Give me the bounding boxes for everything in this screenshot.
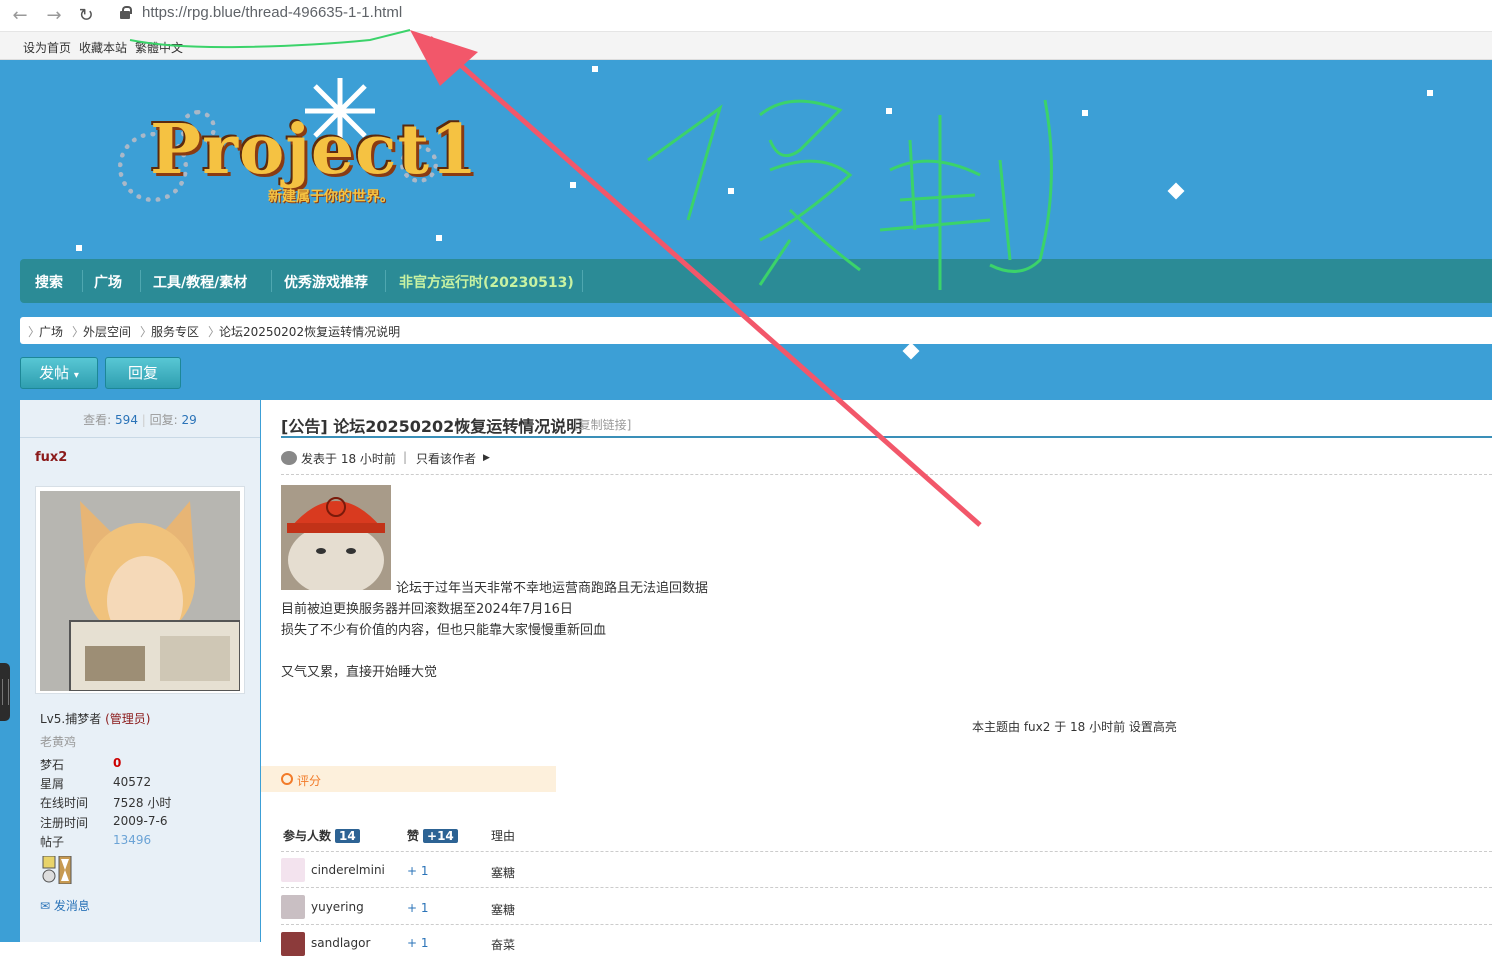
new-post-button[interactable]: 发帖 ▾	[20, 357, 98, 389]
nav-search[interactable]: 搜索	[35, 272, 63, 292]
posts-count-link[interactable]: 13496	[113, 833, 151, 847]
arrow-right-icon[interactable]: →	[42, 4, 66, 28]
side-drag-handle[interactable]	[0, 663, 10, 721]
site-topbar: 设为首页 收藏本站 繁體中文	[0, 32, 1492, 60]
field-label: 在线时间	[40, 796, 89, 810]
field-value: 2009-7-6	[113, 814, 168, 828]
envelope-icon: ✉	[40, 899, 51, 913]
field-label: 帖子	[40, 835, 65, 849]
author-name[interactable]: fux2	[35, 450, 67, 465]
breadcrumb: 〉 广场 〉 外层空间 〉 服务专区 〉 论坛20250202恢复运转情况说明	[20, 317, 1492, 344]
rater-name[interactable]: sandlagor	[311, 936, 370, 950]
triangle-right-icon: ▶	[483, 453, 490, 463]
field-label: 梦石	[40, 758, 65, 772]
rater-score: + 1	[407, 936, 429, 950]
nav-games[interactable]: 优秀游戏推荐	[284, 272, 368, 292]
author-sidebar: 查看: 594 | 回复: 29 fux2 Lv5.捕梦者 (管理员) 老黄鸡 …	[20, 400, 260, 942]
post-line: 目前被迫更换服务器并回滚数据至2024年7月16日	[281, 602, 573, 617]
field-value: 0	[113, 756, 122, 770]
breadcrumb-service[interactable]: 服务专区	[151, 323, 199, 340]
field-label: 注册时间	[40, 816, 89, 830]
nav-plaza[interactable]: 广场	[94, 272, 122, 292]
arrow-left-icon[interactable]: ←	[8, 4, 32, 28]
main-nav: 搜索 广场 工具/教程/素材 优秀游戏推荐 非官方运行时(20230513)	[20, 259, 1492, 303]
avatar[interactable]	[35, 486, 245, 694]
cat-helmet-image	[281, 485, 391, 590]
post-title: [公告] 论坛20250202恢复运转情况说明	[281, 417, 583, 436]
hourglass-icon[interactable]	[58, 856, 72, 884]
user-avatar[interactable]	[281, 895, 305, 919]
logo-subtitle: 新建属于你的世界。	[268, 189, 394, 205]
rater-reason: 塞糖	[491, 866, 516, 880]
breadcrumb-thread[interactable]: 论坛20250202恢复运转情况说明	[219, 323, 400, 340]
post-time: 发表于 18 小时前	[301, 452, 396, 466]
lock-icon	[120, 6, 132, 20]
reason-header: 理由	[491, 829, 516, 843]
nav-tools[interactable]: 工具/教程/素材	[153, 272, 247, 292]
only-author-link[interactable]: 只看该作者	[416, 450, 476, 467]
url-text[interactable]: https://rpg.blue/thread-496635-1-1.html	[142, 4, 402, 21]
logo-text: Project1	[150, 110, 479, 190]
post-area: [公告] 论坛20250202恢复运转情况说明 [复制链接] 发表于 18 小时…	[261, 400, 1492, 956]
field-value: 7528 小时	[113, 796, 172, 810]
reload-icon[interactable]: ↻	[74, 4, 98, 28]
rater-score: + 1	[407, 864, 429, 878]
reply-button[interactable]: 回复	[105, 357, 181, 389]
rater-reason: 奋菜	[491, 938, 516, 952]
author-level: Lv5.捕梦者 (管理员)	[40, 712, 151, 726]
field-value: 40572	[113, 775, 152, 789]
post-line: 又气又累，直接开始睡大觉	[281, 665, 438, 680]
likes-header: 赞 +14	[407, 827, 458, 844]
breadcrumb-plaza[interactable]: 广场	[39, 323, 63, 340]
rater-name[interactable]: cinderelmini	[311, 863, 385, 877]
user-avatar[interactable]	[281, 932, 305, 956]
rater-reason: 塞糖	[491, 903, 516, 917]
participants-header: 参与人数 14	[283, 827, 360, 844]
chevron-down-icon: ▾	[73, 370, 79, 381]
set-homepage-link[interactable]: 设为首页	[23, 39, 71, 56]
bookmark-link[interactable]: 收藏本站	[79, 39, 127, 56]
send-message-link[interactable]: ✉ 发消息	[40, 897, 90, 914]
post-image[interactable]	[281, 485, 391, 590]
browser-toolbar: ← → ↻ https://rpg.blue/thread-496635-1-1…	[0, 0, 1492, 32]
author-online-icon	[281, 451, 297, 465]
user-avatar[interactable]	[281, 858, 305, 882]
copy-link[interactable]: [复制链接]	[574, 416, 631, 433]
rater-name[interactable]: yuyering	[311, 900, 364, 914]
highlight-note: 本主题由 fux2 于 18 小时前 设置高亮	[972, 720, 1177, 734]
author-title: 老黄鸡	[40, 735, 77, 749]
thread-stats: 查看: 594 | 回复: 29	[20, 400, 260, 438]
rater-score: + 1	[407, 901, 429, 915]
medal-icon[interactable]	[42, 856, 56, 884]
post-line: 论坛于过年当天非常不幸地运营商跑路且无法追回数据	[396, 581, 709, 596]
traditional-chinese-link[interactable]: 繁體中文	[135, 39, 183, 56]
field-label: 星屑	[40, 777, 65, 791]
avatar-illustration	[40, 491, 240, 691]
breadcrumb-outer-space[interactable]: 外层空间	[83, 323, 131, 340]
post-line: 损失了不少有价值的内容，但也只能靠大家慢慢重新回血	[281, 623, 607, 638]
nav-runtime[interactable]: 非官方运行时(20230513)	[399, 272, 574, 292]
rating-header: 评分	[261, 766, 556, 792]
circle-icon	[281, 773, 293, 785]
